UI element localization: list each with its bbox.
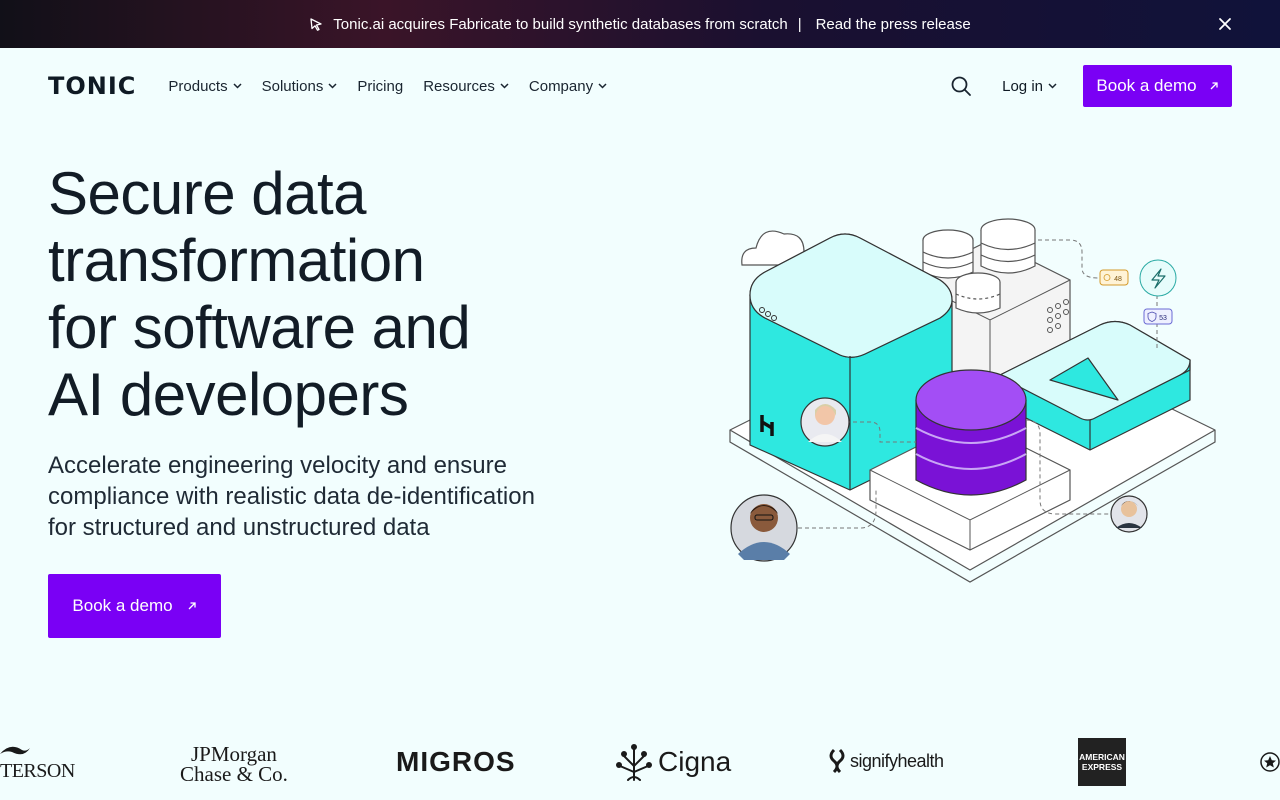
login-label: Log in (1002, 77, 1043, 95)
signify-logo: signifyhealth (828, 748, 944, 774)
main-nav: TONIC Products Solutions Pricing Resourc… (48, 48, 1232, 124)
nav-item-products[interactable]: Products (168, 77, 242, 95)
purple-database-icon (915, 369, 1027, 496)
chevron-down-icon (233, 83, 242, 89)
migros-logo: MIGROS (396, 746, 516, 777)
hero-illustration: 48 53 (729, 218, 1216, 583)
book-demo-hero-button[interactable]: Book a demo (48, 574, 221, 638)
amex-line2: EXPRESS (1081, 762, 1123, 772)
cigna-logo: Cigna (614, 742, 731, 782)
hero-title: Secure data transformation for software … (48, 160, 608, 428)
paterson-text: TERSON (0, 760, 75, 782)
amex-logo: AMERICAN EXPRESS (1078, 738, 1126, 786)
customer-logos: TERSON JPMorgan Chase & Co. MIGROS Cigna… (0, 730, 1280, 794)
badge-1-text: 48 (1114, 276, 1122, 283)
arrow-up-right-icon (1210, 82, 1218, 90)
nav-item-solutions[interactable]: Solutions (262, 78, 338, 95)
tonic-logo[interactable]: TONIC (48, 72, 136, 100)
nav-item-label: Pricing (357, 77, 404, 95)
hero-title-line: transformation (48, 227, 425, 294)
hero-subtitle-line: for structured and unstructured data (48, 514, 430, 541)
hero-title-line: AI developers (48, 361, 409, 428)
book-demo-label: Book a demo (72, 596, 173, 615)
jpmorgan-logo: JPMorgan Chase & Co. (180, 742, 288, 786)
avatar (1110, 495, 1148, 533)
login-menu[interactable]: Log in (1002, 78, 1057, 95)
jpm-line2: Chase & Co. (180, 762, 288, 786)
nav-item-company[interactable]: Company (529, 78, 607, 95)
chevron-down-icon (500, 83, 509, 89)
hero-subtitle-line: Accelerate engineering velocity and ensu… (48, 452, 507, 479)
lightning-badge (1139, 259, 1177, 297)
star-badge-icon (1260, 752, 1280, 772)
announcement-bar: Tonic.ai acquires Fabricate to build syn… (0, 0, 1280, 48)
arrow-up-right-icon (188, 602, 196, 610)
chevron-down-icon (1048, 83, 1057, 89)
hero-subtitle: Accelerate engineering velocity and ensu… (48, 450, 618, 543)
nav-item-resources[interactable]: Resources (423, 78, 509, 95)
chevron-down-icon (598, 83, 607, 89)
avatar (730, 494, 798, 562)
hero-title-line: Secure data (48, 160, 367, 227)
nav-item-label: Products (168, 77, 228, 95)
nav-item-label: Company (528, 77, 594, 95)
nav-item-pricing[interactable]: Pricing (357, 78, 403, 95)
nav-item-label: Resources (423, 77, 495, 95)
chevron-down-icon (328, 83, 337, 89)
book-demo-nav-button[interactable]: Book a demo (1083, 65, 1232, 107)
hero-subtitle-line: compliance with realistic data de-identi… (48, 483, 535, 510)
signify-text: signifyhealth (850, 750, 944, 771)
nav-actions: Log in Book a demo (950, 65, 1232, 107)
signify-mark-icon (829, 748, 845, 774)
tree-icon (616, 744, 652, 781)
press-release-link[interactable]: Read the press release (816, 16, 971, 33)
nav-item-label: Solutions (261, 77, 324, 95)
cursor-icon (310, 18, 322, 31)
amex-line1: AMERICAN (1079, 752, 1125, 762)
book-demo-label: Book a demo (1096, 76, 1197, 95)
avatar (800, 397, 850, 447)
badge-2-text: 53 (1159, 315, 1167, 322)
badge-1: 48 (1099, 269, 1129, 286)
hero-title-line: for software and (48, 294, 471, 361)
search-icon[interactable] (950, 75, 972, 97)
badge-2: 53 (1143, 308, 1173, 325)
wave-icon (0, 746, 30, 755)
announcement-message: Tonic.ai acquires Fabricate to build syn… (309, 15, 971, 33)
paterson-logo: TERSON (0, 746, 75, 783)
announcement-text: Tonic.ai acquires Fabricate to build syn… (333, 15, 788, 33)
cigna-text: Cigna (658, 746, 732, 777)
nav-menu: Products Solutions Pricing Resources Com… (168, 78, 607, 95)
close-icon[interactable] (1216, 15, 1234, 33)
announcement-separator: | (797, 15, 802, 33)
jpm-line1: JPMorgan (190, 742, 277, 766)
